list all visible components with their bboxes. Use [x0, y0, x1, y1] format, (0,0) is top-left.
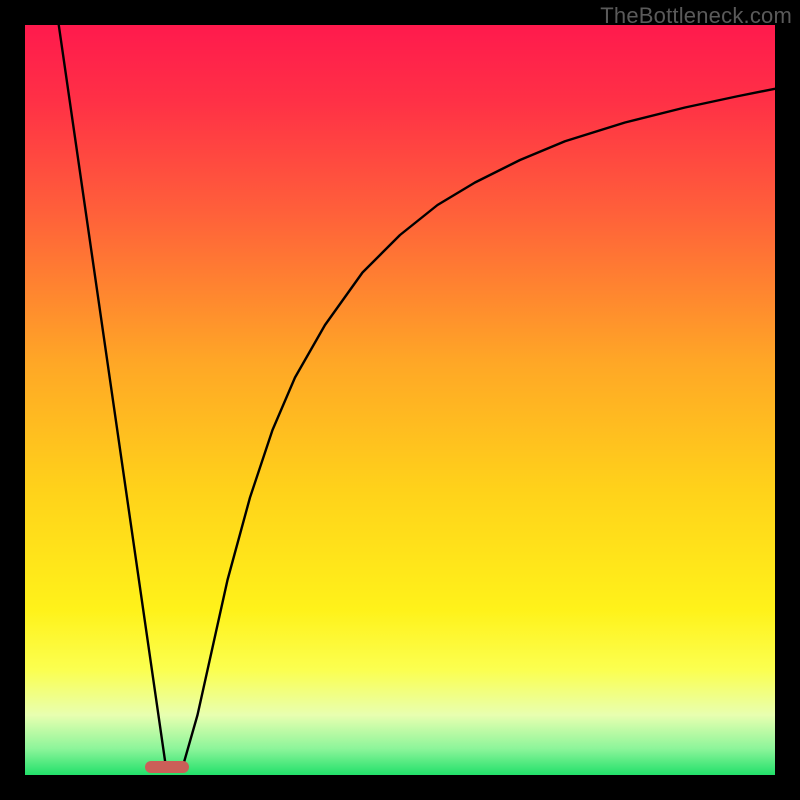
- plot-area: [25, 25, 775, 775]
- background-gradient: [25, 25, 775, 775]
- watermark-text: TheBottleneck.com: [600, 3, 792, 29]
- chart-frame: TheBottleneck.com: [0, 0, 800, 800]
